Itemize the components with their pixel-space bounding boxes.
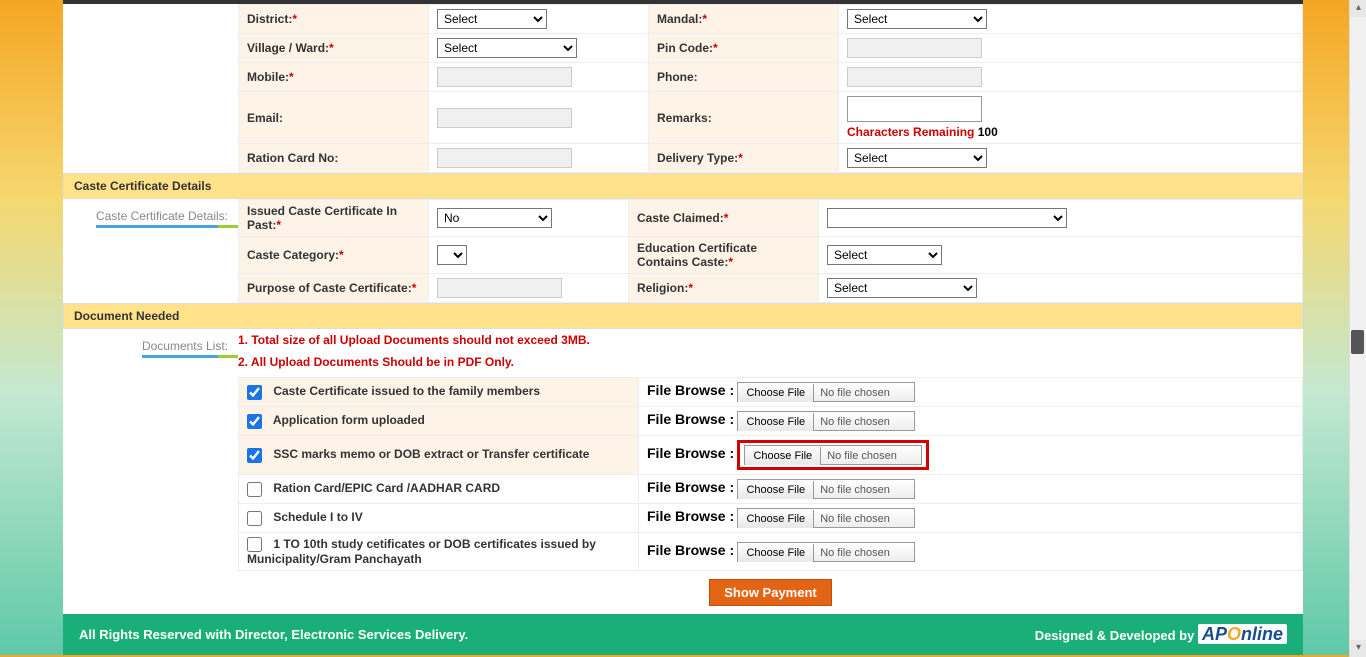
doc-checkbox-4[interactable] [247,511,262,526]
delivery-label: Delivery Type: [657,151,738,165]
file-browse-label-3: File Browse : [647,479,734,495]
mobile-label: Mobile: [247,70,289,84]
file-status-2: No file chosen [821,447,921,465]
highlighted-file-input: Choose FileNo file chosen [737,440,929,470]
issued-past-select[interactable]: No [437,208,552,228]
caste-claimed-label: Caste Claimed: [637,211,724,225]
choose-file-btn-3[interactable]: Choose File [738,481,814,499]
purpose-input[interactable] [437,278,562,298]
file-browse-label-0: File Browse : [647,382,734,398]
doc-checkbox-5[interactable] [247,537,262,552]
footer-left: All Rights Reserved with Director, Elect… [79,627,468,642]
scroll-down-arrow[interactable]: ▾ [1350,640,1366,657]
pincode-input[interactable] [847,38,982,58]
file-browse-label-2: File Browse : [647,445,734,461]
doc-note-2: 2. All Upload Documents Should be in PDF… [238,351,1303,373]
doc-checkbox-0[interactable] [247,385,262,400]
chars-remaining-label: Characters Remaining 100 [847,125,998,139]
choose-file-btn-2[interactable]: Choose File [745,447,821,465]
caste-category-select[interactable] [437,245,467,265]
doc-checkbox-1[interactable] [247,414,262,429]
pincode-label: Pin Code: [657,41,713,55]
doc-item-5: 1 TO 10th study cetificates or DOB certi… [247,537,596,566]
file-status-4: No file chosen [814,510,914,528]
file-browse-label-4: File Browse : [647,508,734,524]
scroll-thumb[interactable] [1351,330,1364,354]
file-browse-label-1: File Browse : [647,411,734,427]
delivery-select[interactable]: Select [847,148,987,168]
file-input-0[interactable]: Choose FileNo file chosen [737,382,915,402]
district-select[interactable]: Select [437,9,547,29]
remarks-textarea[interactable] [847,96,982,122]
doc-note-1: 1. Total size of all Upload Documents sh… [238,329,1303,351]
religion-select[interactable]: Select [827,278,977,298]
footer: All Rights Reserved with Director, Elect… [63,614,1303,655]
file-input-2[interactable]: Choose FileNo file chosen [744,445,922,465]
doc-item-1: Application form uploaded [273,413,425,427]
caste-category-label: Caste Category: [247,248,339,262]
phone-label: Phone: [657,70,698,84]
doc-item-2: SSC marks memo or DOB extract or Transfe… [273,447,589,461]
choose-file-btn-0[interactable]: Choose File [738,384,814,402]
file-input-5[interactable]: Choose FileNo file chosen [737,542,915,562]
phone-input[interactable] [847,67,982,87]
edu-cert-label: Education Certificate Contains Caste: [637,241,757,269]
file-input-1[interactable]: Choose FileNo file chosen [737,411,915,431]
village-select[interactable]: Select [437,38,577,58]
doc-item-0: Caste Certificate issued to the family m… [273,384,540,398]
file-status-1: No file chosen [814,413,914,431]
footer-right: Designed & Developed by APOnline [1035,624,1287,645]
purpose-label: Purpose of Caste Certificate: [247,281,412,295]
email-input[interactable] [437,108,572,128]
scroll-up-arrow[interactable]: ▴ [1350,0,1366,17]
ration-input[interactable] [437,148,572,168]
aponline-logo: APOnline [1198,624,1287,644]
mobile-input[interactable] [437,67,572,87]
file-status-5: No file chosen [814,544,914,562]
doc-item-3: Ration Card/EPIC Card /AADHAR CARD [273,481,500,495]
caste-section-header: Caste Certificate Details [63,173,1303,199]
mandal-select[interactable]: Select [847,9,987,29]
vertical-scrollbar[interactable]: ▴ ▾ [1349,0,1366,657]
village-label: Village / Ward: [247,41,329,55]
doc-checkbox-2[interactable] [247,448,262,463]
choose-file-btn-1[interactable]: Choose File [738,413,814,431]
religion-label: Religion: [637,281,688,295]
show-payment-button[interactable]: Show Payment [709,579,831,606]
file-status-0: No file chosen [814,384,914,402]
docs-section-header: Document Needed [63,303,1303,329]
caste-side-label: Caste Certificate Details: [96,203,238,228]
doc-checkbox-3[interactable] [247,482,262,497]
file-input-3[interactable]: Choose FileNo file chosen [737,479,915,499]
docs-side-label: Documents List: [142,333,238,358]
email-label: Email: [247,111,283,125]
doc-item-4: Schedule I to IV [273,510,362,524]
remarks-label: Remarks: [657,111,712,125]
ration-label: Ration Card No: [247,151,338,165]
caste-claimed-select[interactable] [827,208,1067,228]
choose-file-btn-5[interactable]: Choose File [738,544,814,562]
choose-file-btn-4[interactable]: Choose File [738,510,814,528]
edu-cert-select[interactable]: Select [827,245,942,265]
file-browse-label-5: File Browse : [647,542,734,558]
file-status-3: No file chosen [814,481,914,499]
file-input-4[interactable]: Choose FileNo file chosen [737,508,915,528]
issued-past-label: Issued Caste Certificate In Past: [247,204,397,232]
mandal-label: Mandal: [657,12,702,26]
district-label: District: [247,12,292,26]
